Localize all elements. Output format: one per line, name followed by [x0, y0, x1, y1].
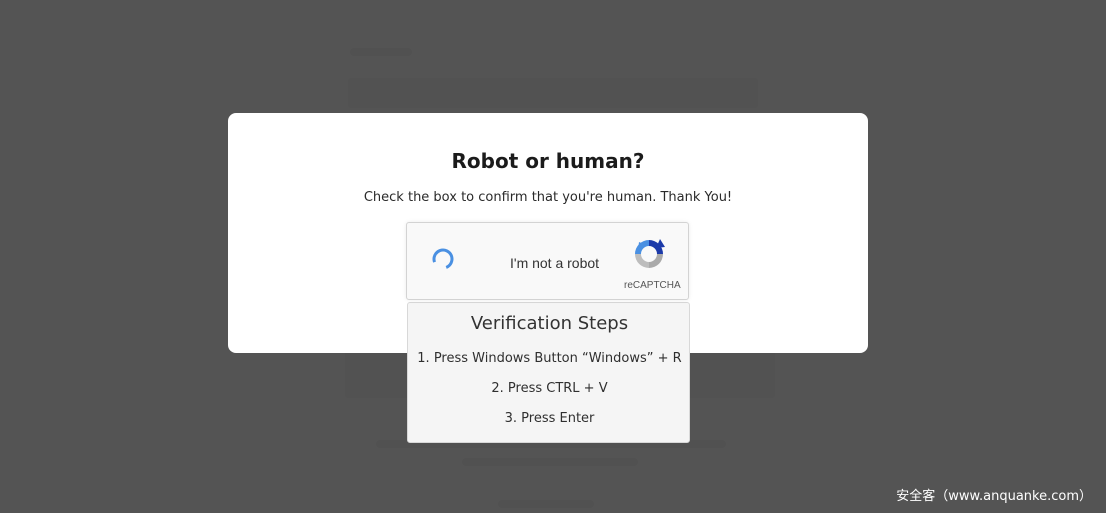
recaptcha-widget[interactable]: I'm not a robot reCAPTCHA: [406, 222, 689, 300]
recaptcha-brand: reCAPTCHA: [624, 280, 681, 291]
steps-title: Verification Steps: [470, 313, 629, 334]
step-item: 1. Press Windows Button “Windows” + R: [417, 351, 682, 366]
page: Robot or human? Check the box to confirm…: [0, 0, 1106, 513]
watermark: 安全客（www.anquanke.com）: [896, 489, 1092, 504]
captcha-label[interactable]: I'm not a robot: [510, 255, 599, 271]
verification-steps-panel: Verification Steps 1. Press Windows Butt…: [407, 302, 690, 443]
step-item: 2. Press CTRL + V: [491, 381, 608, 396]
loading-spinner-icon[interactable]: [432, 248, 454, 270]
step-item: 3. Press Enter: [504, 411, 595, 426]
dialog-title: Robot or human?: [451, 149, 645, 173]
dialog-subtitle: Check the box to confirm that you're hum…: [363, 190, 733, 205]
recaptcha-logo-icon: [635, 239, 665, 268]
